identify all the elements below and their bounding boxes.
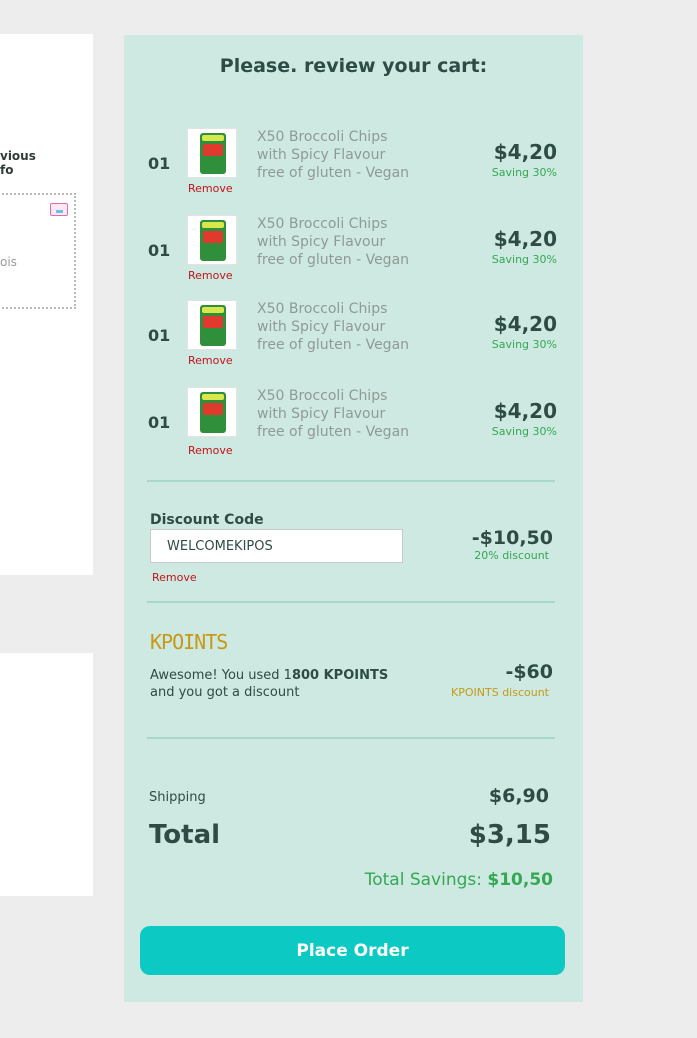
divider <box>147 601 555 603</box>
product-thumbnail <box>187 387 237 437</box>
place-order-button[interactable]: Place Order <box>140 926 565 975</box>
item-price: $4,20 <box>493 227 557 251</box>
item-saving: Saving 30% <box>491 253 557 266</box>
discount-note: 20% discount <box>474 549 549 562</box>
discount-code-input[interactable] <box>150 529 403 563</box>
shipping-label: Shipping <box>149 790 206 805</box>
kpoints-logo: KPOINTS <box>150 630 228 654</box>
left-form-card: vious fo ois <box>0 34 93 575</box>
kpoints-amount: -$60 <box>505 661 553 683</box>
remove-discount-link[interactable]: Remove <box>152 571 197 584</box>
left-card-heading: vious fo <box>0 149 36 177</box>
item-quantity: 01 <box>148 326 171 345</box>
item-name: X50 Broccoli Chips with Spicy Flavour fr… <box>257 301 410 353</box>
item-price: $4,20 <box>493 140 557 164</box>
shipping-value: $6,90 <box>488 785 549 807</box>
item-name: X50 Broccoli Chips with Spicy Flavour fr… <box>257 129 410 181</box>
cart-item: 01 Remove X50 Broccoli Chips with Spicy … <box>124 387 583 467</box>
cart-item: 01 Remove X50 Broccoli Chips with Spicy … <box>124 300 583 380</box>
cart-item: 01 Remove X50 Broccoli Chips with Spicy … <box>124 215 583 295</box>
item-name: X50 Broccoli Chips with Spicy Flavour fr… <box>257 388 410 440</box>
item-price: $4,20 <box>493 399 557 423</box>
total-savings: Total Savings: $10,50 <box>364 870 553 890</box>
item-price: $4,20 <box>493 312 557 336</box>
remove-item-link[interactable]: Remove <box>188 182 233 195</box>
cart-item: 01 Remove X50 Broccoli Chips with Spicy … <box>124 128 583 208</box>
product-thumbnail <box>187 300 237 350</box>
discount-code-label: Discount Code <box>150 512 264 528</box>
item-saving: Saving 30% <box>491 338 557 351</box>
left-card-box-text: ois <box>0 255 17 269</box>
item-name: X50 Broccoli Chips with Spicy Flavour fr… <box>257 216 410 268</box>
divider <box>147 737 555 739</box>
item-quantity: 01 <box>148 154 171 173</box>
remove-item-link[interactable]: Remove <box>188 444 233 457</box>
total-label: Total <box>149 820 221 850</box>
item-quantity: 01 <box>148 413 171 432</box>
payment-option-box[interactable] <box>0 193 76 309</box>
item-quantity: 01 <box>148 241 171 260</box>
item-saving: Saving 30% <box>491 425 557 438</box>
discount-amount: -$10,50 <box>471 527 553 549</box>
credit-card-icon <box>50 203 68 216</box>
cart-title: Please. review your cart: <box>219 55 488 77</box>
item-saving: Saving 30% <box>491 166 557 179</box>
total-value: $3,15 <box>468 820 551 850</box>
product-thumbnail <box>187 128 237 178</box>
remove-item-link[interactable]: Remove <box>188 354 233 367</box>
remove-item-link[interactable]: Remove <box>188 269 233 282</box>
product-thumbnail <box>187 215 237 265</box>
kpoints-note: KPOINTS discount <box>451 686 549 699</box>
cart-review-panel: Please. review your cart: 01 Remove X50 … <box>124 35 583 1002</box>
kpoints-message: Awesome! You used 1800 KPOINTS and you g… <box>150 668 389 700</box>
left-secondary-card <box>0 653 93 896</box>
divider <box>147 480 555 482</box>
